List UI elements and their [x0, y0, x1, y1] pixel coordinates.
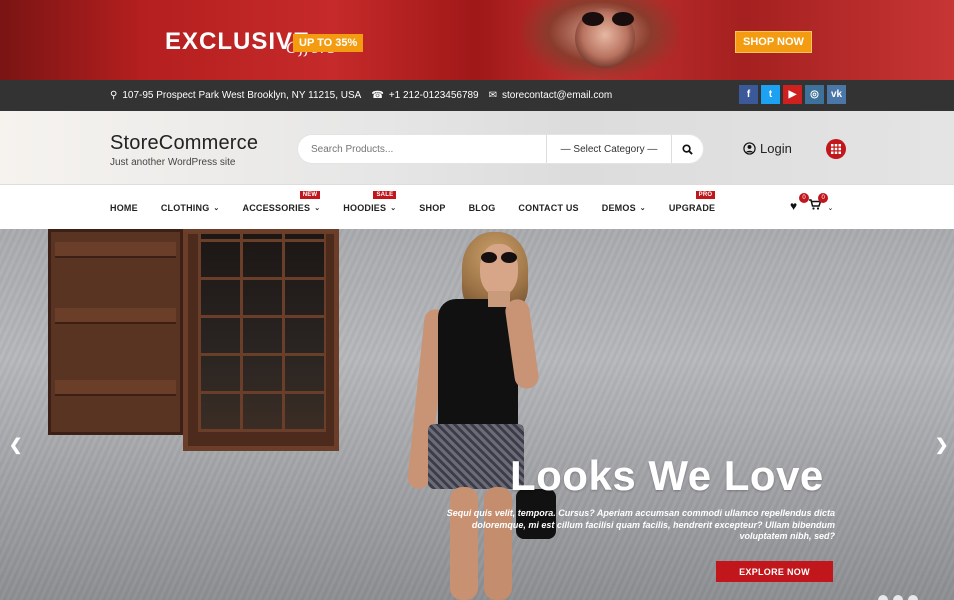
youtube-link[interactable]: ▶: [783, 85, 802, 104]
twitter-link[interactable]: t: [761, 85, 780, 104]
store-phone[interactable]: +1 212-0123456789: [389, 90, 479, 101]
slider-next-button[interactable]: ❯: [935, 435, 948, 455]
envelope-icon: ✉: [488, 90, 498, 101]
nav-badge: SALE: [373, 191, 397, 199]
nav-item-blog[interactable]: BLOG: [469, 203, 496, 213]
chevron-down-icon: ⌄: [314, 205, 321, 212]
facebook-icon: f: [746, 89, 751, 100]
chevron-down-icon: ⌄: [213, 205, 220, 212]
nav-item-home[interactable]: HOME: [110, 203, 138, 213]
nav-item-hoodies[interactable]: HOODIES ⌄ SALE: [343, 191, 397, 213]
facebook-link[interactable]: f: [739, 85, 758, 104]
window-shutter-image: [48, 229, 183, 435]
hero-description: Sequi quis velit, tempora. Cursus? Aperi…: [446, 508, 835, 542]
shop-now-button[interactable]: SHOP NOW: [735, 31, 812, 53]
cart-button[interactable]: 0 ⌄: [809, 193, 834, 213]
product-search-form: — Select Category —: [298, 135, 703, 163]
grid-icon: [831, 144, 841, 154]
nav-item-clothing[interactable]: CLOTHING ⌄: [161, 203, 220, 213]
vk-icon: vk: [830, 89, 843, 100]
youtube-icon: ▶: [788, 89, 797, 100]
hero-model-image: [406, 229, 560, 600]
promo-sunglasses-image: [582, 12, 636, 26]
search-button[interactable]: [672, 135, 703, 163]
cart-count: 0: [818, 193, 829, 203]
chevron-down-icon: ⌄: [827, 205, 834, 212]
nav-item-shop[interactable]: SHOP: [419, 203, 445, 213]
slider-dot[interactable]: [908, 595, 918, 600]
nav-item-contact-us[interactable]: CONTACT US: [518, 203, 578, 213]
nav-item-upgrade[interactable]: UPGRADE PRO: [668, 191, 716, 213]
nav-item-accessories[interactable]: ACCESSORIES ⌄ NEW: [242, 191, 321, 213]
nav-item-label: UPGRADE: [668, 203, 716, 213]
login-link[interactable]: Login: [743, 141, 792, 156]
nav-menu: HOME CLOTHING ⌄ ACCESSORIES ⌄ NEW HOODIES ⌄ SALE…: [110, 191, 738, 213]
explore-now-button[interactable]: EXPLORE NOW: [716, 561, 833, 582]
instagram-icon: ◎: [810, 89, 819, 100]
main-navigation: HOME CLOTHING ⌄ ACCESSORIES ⌄ NEW HOODIES ⌄ SALE…: [0, 185, 954, 229]
search-icon: [682, 143, 693, 155]
vk-link[interactable]: vk: [827, 85, 846, 104]
social-links: f t ▶ ◎ vk: [739, 85, 846, 104]
search-input[interactable]: [298, 143, 546, 155]
window-frame-image: [183, 229, 339, 451]
nav-item-demos[interactable]: DEMOS ⌄: [602, 203, 646, 213]
heart-icon: ♥: [790, 199, 798, 213]
promo-banner[interactable]: EXCLUSIVE Offers UP TO 35% SHOP NOW: [0, 0, 954, 80]
nav-item-label: DEMOS: [601, 203, 636, 213]
slider-prev-button[interactable]: ❮: [9, 435, 22, 455]
site-header: StoreCommerce Just another WordPress sit…: [0, 111, 954, 185]
hero-title: Looks We Love: [510, 452, 824, 499]
nav-item-label: HOME: [110, 203, 138, 213]
nav-item-label: HOODIES: [343, 203, 387, 213]
instagram-link[interactable]: ◎: [805, 85, 824, 104]
chevron-down-icon: ⌄: [390, 205, 397, 212]
map-marker-icon: ⚲: [110, 90, 118, 101]
slider-pagination: [878, 595, 918, 600]
phone-icon: ☎: [371, 90, 384, 101]
nav-badge: PRO: [695, 191, 716, 199]
nav-item-label: SHOP: [419, 203, 446, 213]
wishlist-button[interactable]: ♥ 0: [790, 193, 809, 213]
store-address: 107-95 Prospect Park West Brooklyn, NY 1…: [122, 90, 362, 101]
nav-item-label: BLOG: [468, 203, 496, 213]
nav-item-label: ACCESSORIES: [242, 203, 311, 213]
login-label: Login: [760, 141, 792, 156]
category-select[interactable]: — Select Category —: [546, 135, 672, 163]
hero-slider: ❮ ❯ Looks We Love Sequi quis velit, temp…: [0, 229, 954, 600]
promo-discount-badge: UP TO 35%: [293, 34, 364, 52]
slider-dot[interactable]: [878, 595, 888, 600]
apps-menu-button[interactable]: [826, 139, 846, 159]
nav-item-label: CONTACT US: [518, 203, 579, 213]
site-title[interactable]: StoreCommerce: [110, 132, 258, 155]
nav-item-label: CLOTHING: [160, 203, 210, 213]
slider-dot[interactable]: [893, 595, 903, 600]
user-icon: [743, 142, 756, 155]
site-branding[interactable]: StoreCommerce Just another WordPress sit…: [110, 132, 258, 168]
twitter-icon: t: [768, 89, 773, 100]
top-info-bar: ⚲ 107-95 Prospect Park West Brooklyn, NY…: [0, 80, 954, 111]
nav-badge: NEW: [299, 191, 321, 199]
site-tagline: Just another WordPress site: [110, 157, 236, 168]
store-email[interactable]: storecontact@email.com: [502, 90, 612, 101]
chevron-down-icon: ⌄: [639, 205, 646, 212]
wishlist-count: 0: [799, 193, 809, 203]
